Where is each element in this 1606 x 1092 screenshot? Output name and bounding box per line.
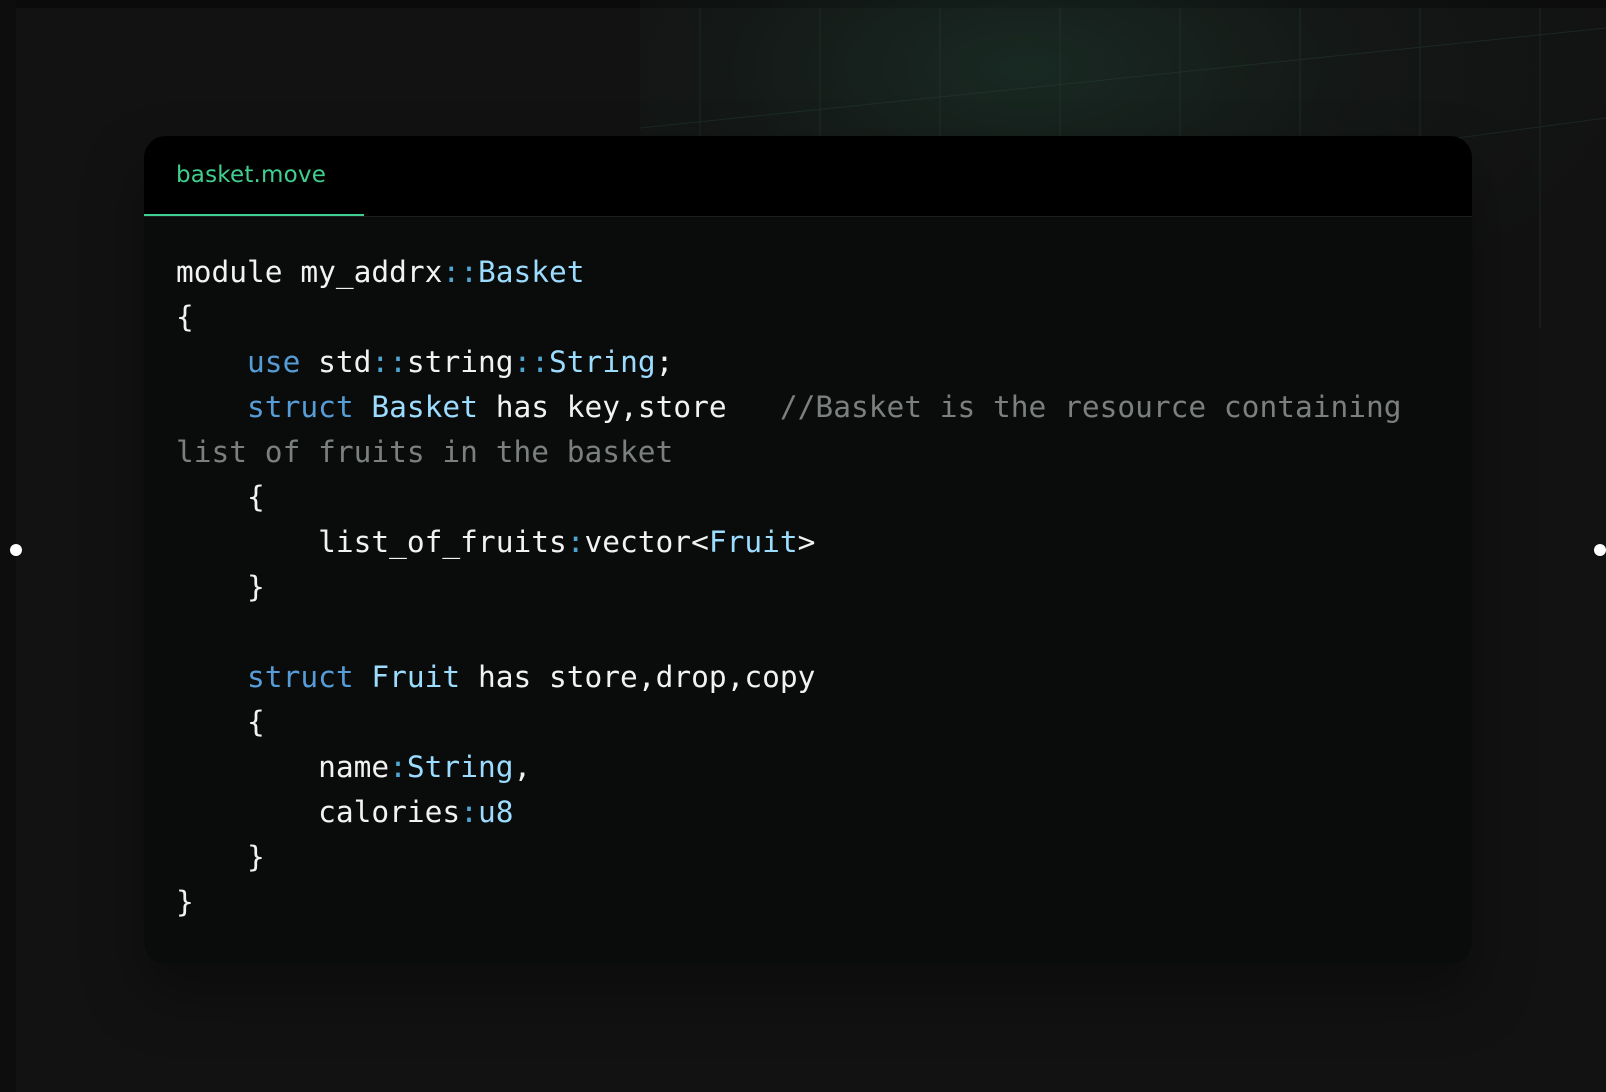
code-line: { (176, 295, 1446, 340)
code-token: list_of_fruits (176, 525, 567, 559)
code-token: Fruit (371, 660, 461, 694)
code-token: : (460, 795, 478, 829)
code-token: :: (513, 345, 550, 379)
code-token: : (566, 525, 585, 559)
code-line: struct Basket has key,store //Basket is … (176, 385, 1446, 430)
code-token: u8 (477, 795, 514, 829)
tab-label: basket.move (176, 162, 327, 188)
code-line: use std::string::String; (176, 340, 1446, 385)
page-background: basket.move module my_addrx::Basket{ use… (0, 0, 1606, 1092)
code-line: } (176, 880, 1446, 925)
code-window: basket.move module my_addrx::Basket{ use… (144, 136, 1472, 964)
code-token: struct (247, 390, 354, 424)
code-token: :: (442, 255, 478, 289)
code-token: :: (371, 345, 407, 379)
code-token: { (176, 705, 265, 739)
code-token: list of fruits in the basket (176, 435, 674, 469)
code-line: { (176, 700, 1446, 745)
code-block[interactable]: module my_addrx::Basket{ use std::string… (176, 250, 1446, 925)
code-token: Basket (371, 390, 478, 424)
connector-dot-right (1594, 544, 1606, 556)
code-token: } (176, 840, 265, 874)
code-line: module my_addrx::Basket (176, 250, 1446, 295)
code-token: } (176, 885, 194, 919)
code-token: { (176, 480, 265, 514)
code-token: calories (176, 795, 461, 829)
code-token: : (389, 750, 407, 784)
code-token: use (247, 345, 301, 379)
code-line: { (176, 475, 1446, 520)
code-token: std (300, 345, 372, 379)
code-line: } (176, 565, 1446, 610)
code-token: has key,store (477, 390, 780, 424)
code-token: struct (247, 660, 354, 694)
tab-basket-move[interactable]: basket.move (144, 136, 364, 216)
code-line: } (176, 835, 1446, 880)
code-token: Fruit (708, 525, 798, 559)
code-line: list_of_fruits:vector<Fruit> (176, 520, 1446, 565)
code-token: ; (655, 345, 674, 379)
code-line: calories:u8 (176, 790, 1446, 835)
tab-bar: basket.move (144, 136, 1472, 217)
code-token: has store,drop,copy (460, 660, 816, 694)
code-token: String (406, 750, 514, 784)
code-token: name (176, 750, 390, 784)
code-line: list of fruits in the basket (176, 430, 1446, 475)
code-token: , (513, 750, 532, 784)
code-line: name:String, (176, 745, 1446, 790)
connector-dot-left (10, 544, 22, 556)
code-token: vector< (584, 525, 709, 559)
code-token: String (549, 345, 656, 379)
code-token: string (406, 345, 514, 379)
code-token: Basket (477, 255, 585, 289)
code-token: //Basket is the resource containing (779, 390, 1402, 424)
code-token: module my_addrx (176, 255, 443, 289)
code-line: struct Fruit has store,drop,copy (176, 655, 1446, 700)
code-token: } (176, 570, 265, 604)
code-token: { (176, 300, 194, 334)
code-token: > (797, 525, 816, 559)
